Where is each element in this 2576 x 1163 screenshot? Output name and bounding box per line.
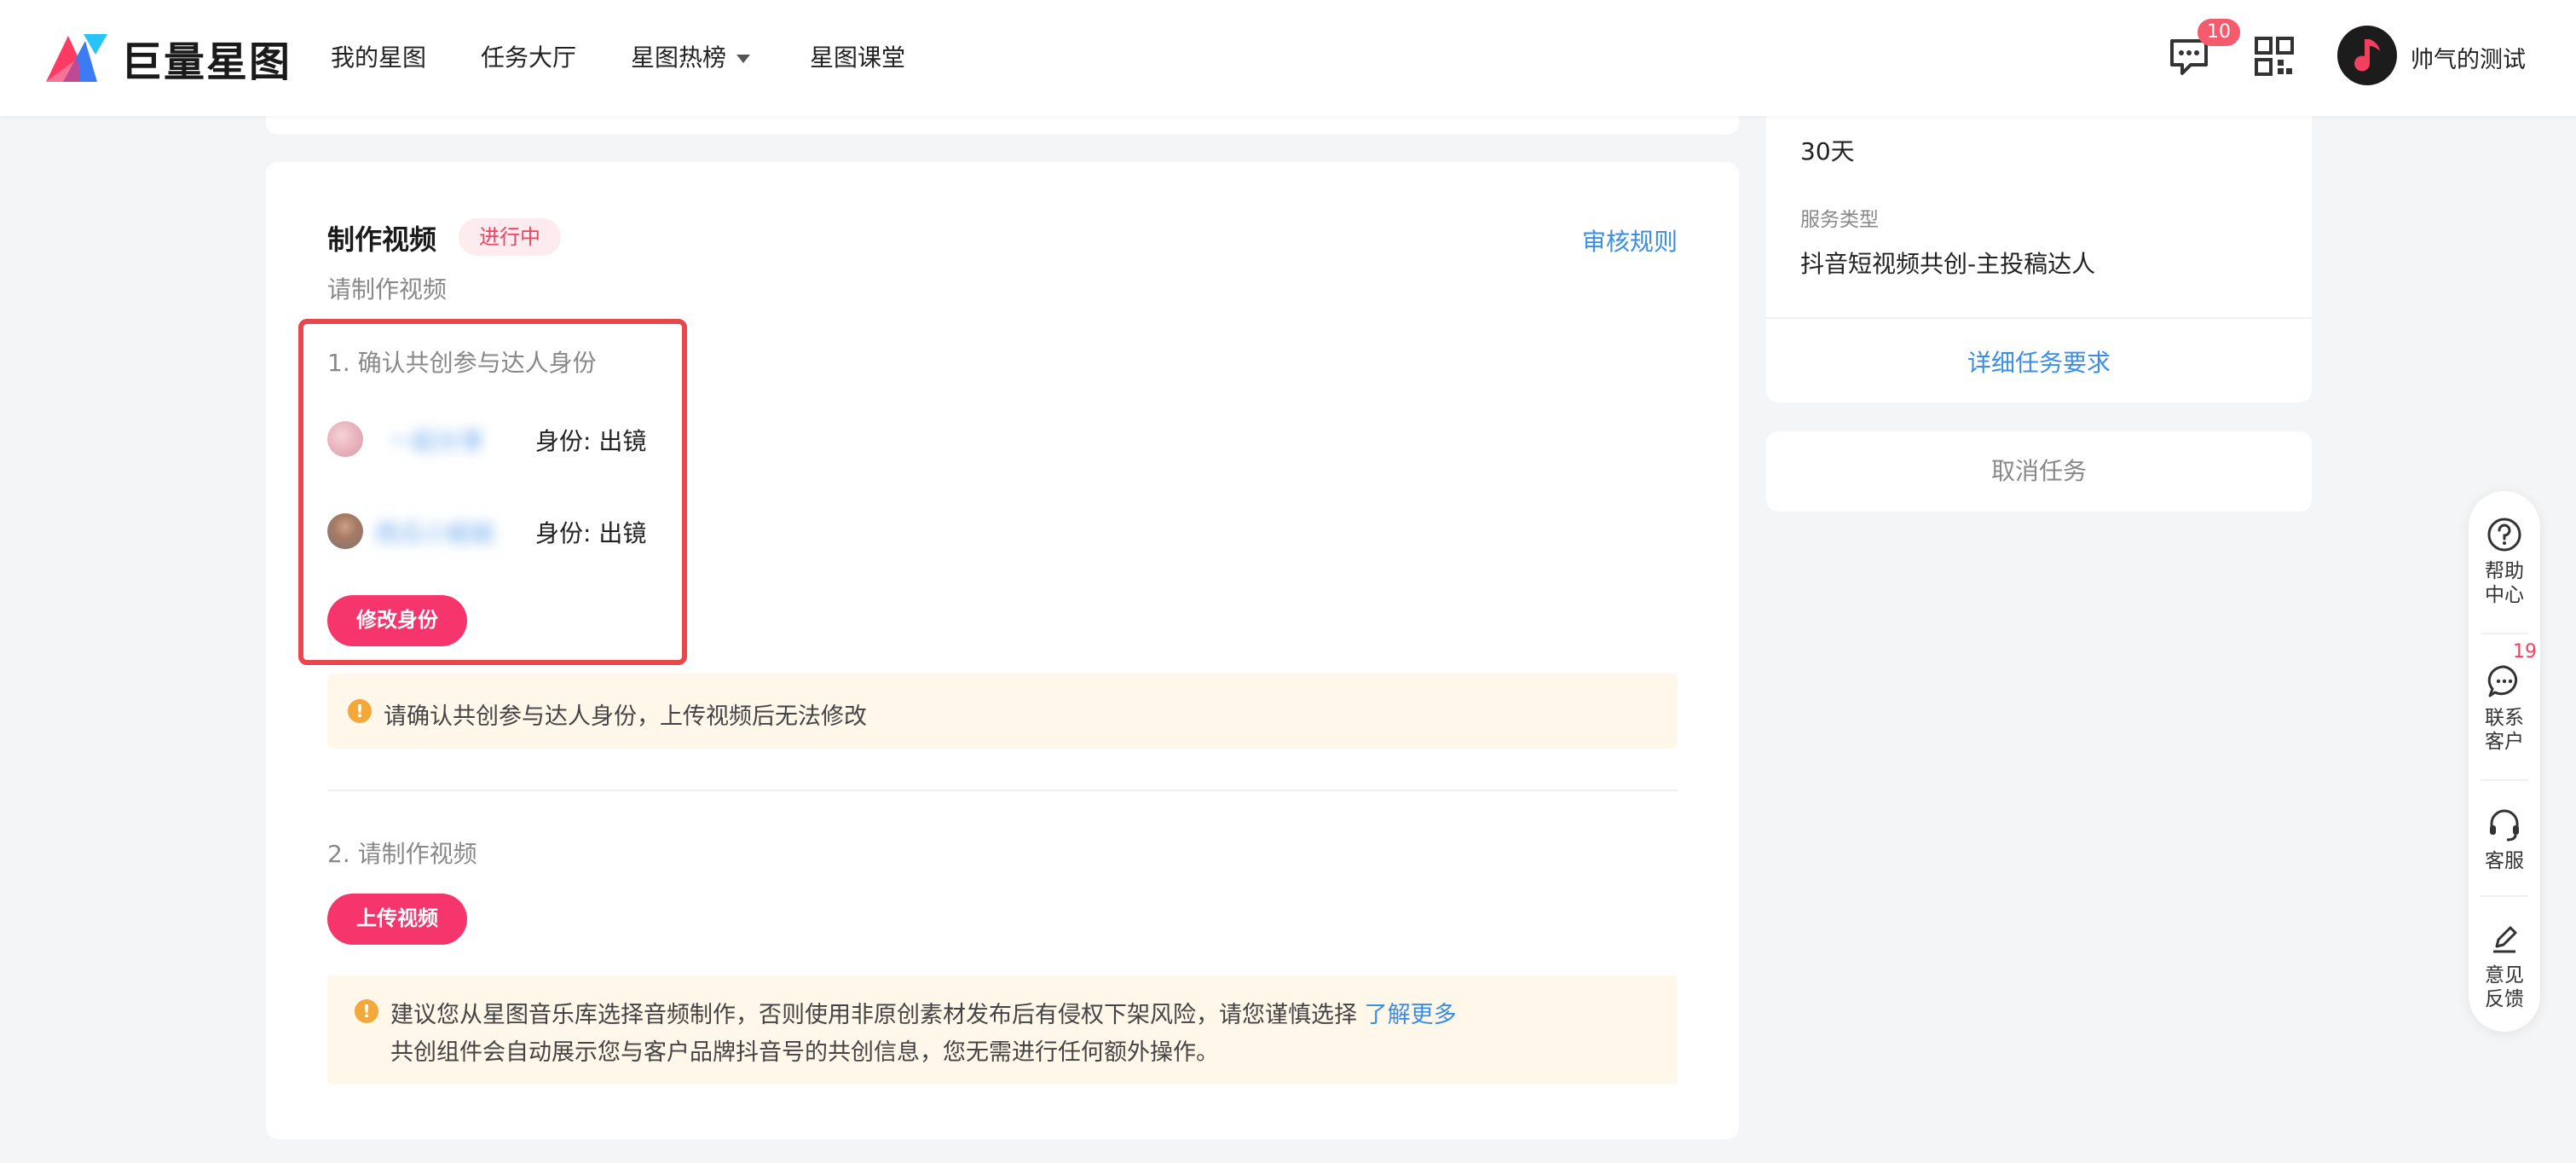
music-notice-line1-text: 建议您从星图音乐库选择音频制作，否则使用非原创素材发布后有侵权下架风险，请您谨慎… [390,1002,1357,1028]
upload-video-button[interactable]: 上传视频 [327,894,467,945]
warning-icon: ! [348,699,372,723]
user-name[interactable]: 帅气的测试 [2411,41,2526,74]
creator-name-link[interactable]: 西瓜小姐姐 [375,515,494,549]
edit-identity-button[interactable]: 修改身份 [327,595,467,646]
nav-my-xingtu[interactable]: 我的星图 [331,39,426,73]
edit-icon [2493,926,2517,953]
nav-task-hall[interactable]: 任务大厅 [481,39,576,73]
creator-avatar[interactable] [327,421,363,457]
info-divider [1766,317,2312,319]
review-rules-link[interactable]: 审核规则 [1582,223,1678,257]
nav-hot-list-label: 星图热榜 [631,43,727,72]
feedback-label: 意见 反馈 [2485,964,2524,1010]
brand-logo-text: 巨量星图 [121,38,292,86]
identity-notice-text: 请确认共创参与达人身份，上传视频后无法修改 [384,703,867,730]
nav-course[interactable]: 星图课堂 [810,39,905,73]
cancel-task-button[interactable]: 取消任务 [1766,431,2312,512]
help-center-button[interactable]: 帮助 中心 [2469,517,2540,607]
float-divider [2481,895,2528,897]
detailed-requirements-link[interactable]: 详细任务要求 [1766,344,2312,379]
customer-service-button[interactable]: 客服 [2469,807,2540,873]
creator-identity: 身份: 出镜 [535,519,647,547]
music-note-icon [2354,39,2380,72]
feedback-button[interactable]: 意见 反馈 [2469,921,2540,1011]
top-bar: 巨量星图 我的星图 任务大厅 星图热榜 星图课堂 10 帅气的测试 [0,0,2576,116]
contact-badge: 19 [2513,641,2537,663]
chat-icon [2487,665,2518,697]
music-notice-line2: 共创组件会自动展示您与客户品牌抖音号的共创信息，您无需进行任何额外操作。 [390,1039,1219,1066]
question-icon [2487,518,2521,552]
brand-logo-icon [46,34,107,82]
section-divider [327,790,1678,791]
warning-icon: ! [355,999,378,1023]
creator-name-link[interactable]: 一起分享 [389,423,484,457]
contact-customer-button[interactable]: 联系 客户 [2469,663,2540,754]
step1-title: 1. 确认共创参与达人身份 [327,349,597,377]
task-title: 制作视频 [327,223,437,256]
status-badge: 进行中 [459,218,561,256]
message-badge: 10 [2198,19,2240,46]
qr-code-icon[interactable] [2254,36,2295,77]
music-notice-line1: 建议您从星图音乐库选择音频制作，否则使用非原创素材发布后有侵权下架风险，请您谨慎… [390,996,1457,1029]
customer-service-label: 客服 [2485,850,2524,872]
float-divider [2481,779,2528,781]
creator-avatar[interactable] [327,513,363,549]
brand-logo[interactable]: 巨量星图 [46,26,292,90]
step2-title: 2. 请制作视频 [327,840,477,868]
task-subtitle: 请制作视频 [327,275,448,304]
music-notice [327,975,1678,1085]
learn-more-link[interactable]: 了解更多 [1365,1002,1457,1028]
headset-icon [2490,809,2519,842]
chevron-down-icon [736,55,751,63]
help-center-label: 帮助 中心 [2485,560,2524,606]
service-type-value: 抖音短视频共创-主投稿达人 [1800,250,2096,278]
contact-customer-label: 联系 客户 [2485,707,2524,753]
user-avatar[interactable] [2337,26,2397,85]
duration-value: 30天 [1800,137,1855,165]
service-type-label: 服务类型 [1800,209,1879,231]
creator-identity: 身份: 出镜 [535,427,647,455]
nav-hot-list[interactable]: 星图热榜 [631,39,751,73]
float-divider [2481,633,2528,634]
